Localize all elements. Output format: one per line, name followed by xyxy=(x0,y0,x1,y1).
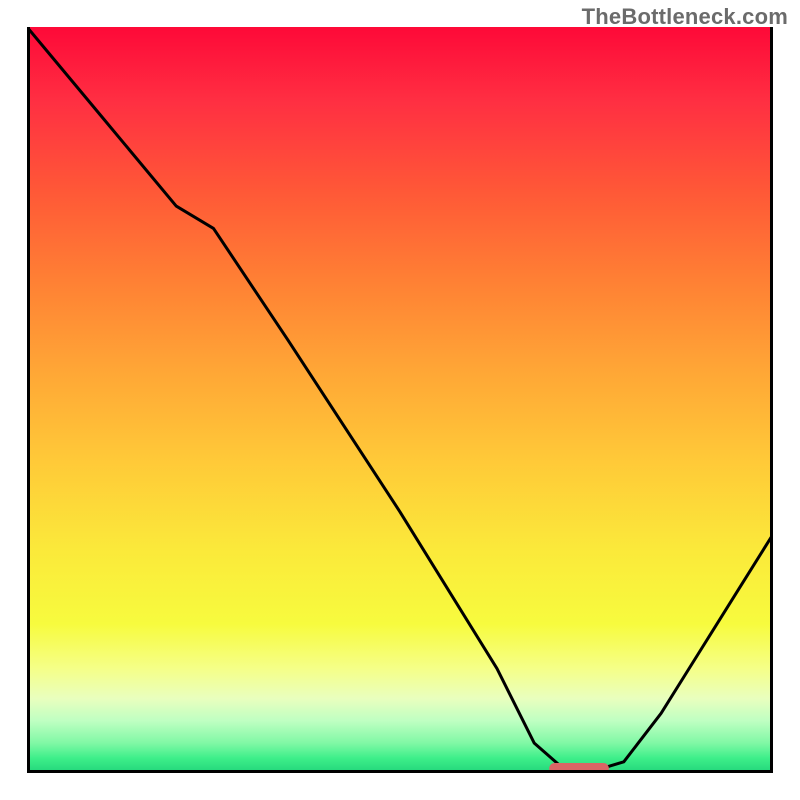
plot-area xyxy=(27,27,773,773)
chart-container: TheBottleneck.com xyxy=(0,0,800,800)
bottleneck-curve xyxy=(27,27,773,771)
chart-overlay xyxy=(27,27,773,773)
optimal-range-marker xyxy=(549,763,609,773)
